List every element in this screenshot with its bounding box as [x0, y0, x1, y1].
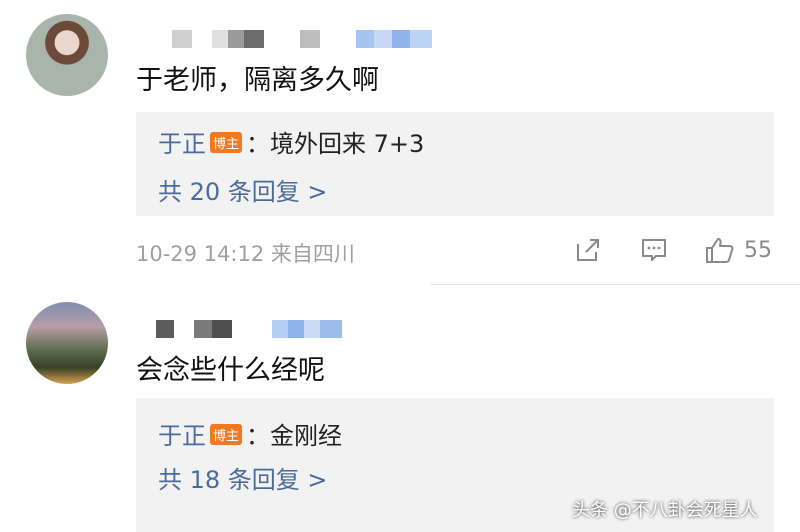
- like-count: 55: [744, 238, 772, 263]
- reply-content: ：金刚经: [246, 422, 343, 450]
- comment-icon[interactable]: [640, 236, 668, 264]
- reply-box[interactable]: 于正 博主 ：境外回来 7+3 共 20 条回复 >: [136, 112, 774, 216]
- reply-author[interactable]: 于正: [158, 130, 206, 158]
- comment-text: 会念些什么经呢: [136, 355, 325, 386]
- avatar[interactable]: [26, 302, 108, 384]
- reply-preview[interactable]: 于正 博主 ：境外回来 7+3: [158, 124, 424, 159]
- comment-text: 于老师，隔离多久啊: [136, 65, 379, 96]
- reply-content: ：境外回来 7+3: [246, 130, 425, 158]
- reply-author[interactable]: 于正: [158, 422, 206, 450]
- view-replies-link[interactable]: 共 18 条回复 >: [158, 460, 328, 495]
- divider: [430, 284, 800, 285]
- view-replies-link[interactable]: 共 20 条回复 >: [158, 172, 328, 207]
- reply-preview[interactable]: 于正 博主 ：金刚经: [158, 416, 342, 451]
- author-badge: 博主: [210, 132, 243, 153]
- like-icon[interactable]: [704, 236, 736, 264]
- username-redacted[interactable]: [156, 320, 342, 338]
- share-icon[interactable]: [574, 236, 602, 264]
- author-badge: 博主: [210, 424, 243, 445]
- username-redacted[interactable]: [172, 30, 432, 48]
- watermark: 头条 @不八卦会死星人: [572, 500, 758, 521]
- avatar[interactable]: [26, 14, 108, 96]
- comment-meta: 10-29 14:12 来自四川: [136, 242, 355, 266]
